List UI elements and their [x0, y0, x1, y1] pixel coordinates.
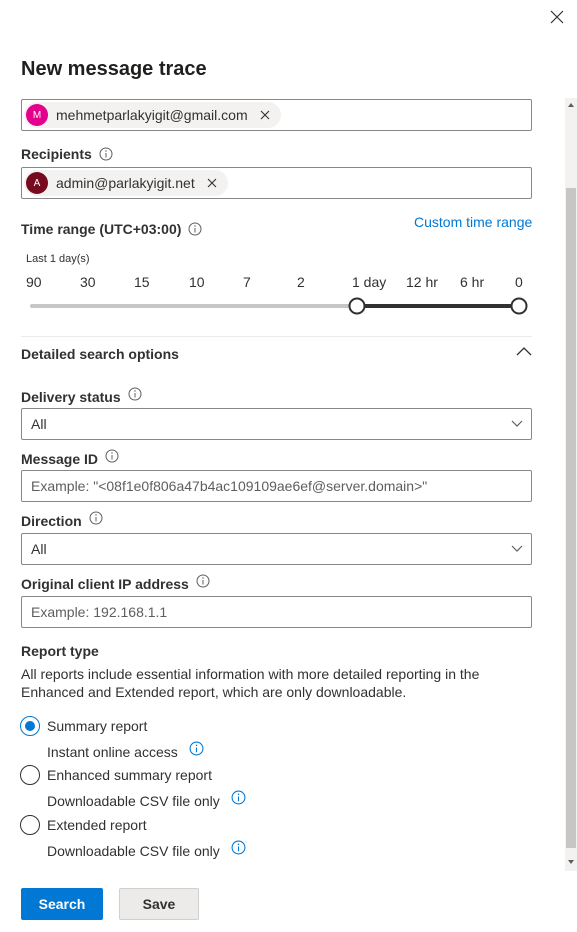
info-icon[interactable]: [196, 574, 210, 588]
message-id-label: Message ID: [21, 449, 119, 467]
avatar: A: [26, 172, 48, 194]
custom-time-range-link[interactable]: Custom time range: [414, 214, 532, 230]
search-button[interactable]: Search: [21, 888, 103, 920]
divider: [21, 336, 532, 337]
tick-label: 1 day: [352, 274, 387, 290]
report-type-label: Report type: [21, 643, 99, 659]
senders-field[interactable]: M mehmetparlakyigit@gmail.com: [21, 99, 532, 131]
recipients-label: Recipients: [21, 146, 113, 162]
detailed-search-header[interactable]: Detailed search options: [21, 346, 179, 362]
slider-handle-end: [510, 297, 528, 315]
direction-label-text: Direction: [21, 513, 82, 529]
recipient-email: admin@parlakyigit.net: [56, 175, 195, 191]
sender-email: mehmetparlakyigit@gmail.com: [56, 107, 248, 123]
chevron-down-icon: [511, 420, 523, 427]
delivery-status-label-text: Delivery status: [21, 389, 121, 405]
info-icon[interactable]: [231, 840, 246, 855]
save-button[interactable]: Save: [119, 888, 199, 920]
tick-label: 15: [134, 274, 150, 290]
scrollbar-thumb[interactable]: [566, 188, 576, 848]
radio-label[interactable]: Summary report: [47, 718, 147, 734]
direction-value: All: [31, 541, 47, 557]
info-icon[interactable]: [89, 511, 103, 525]
recipients-label-text: Recipients: [21, 146, 92, 162]
info-icon[interactable]: [189, 741, 204, 756]
client-ip-label-text: Original client IP address: [21, 576, 189, 592]
scroll-up-icon[interactable]: [565, 98, 577, 112]
direction-label: Direction: [21, 511, 103, 529]
info-icon[interactable]: [188, 222, 202, 236]
slider-handle-start: [348, 297, 366, 315]
radio-sublabel-text: Downloadable CSV file only: [47, 793, 220, 809]
client-ip-placeholder: Example: 192.168.1.1: [31, 604, 168, 620]
delivery-status-value: All: [31, 416, 47, 432]
client-ip-label: Original client IP address: [21, 574, 210, 592]
info-icon[interactable]: [231, 790, 246, 805]
sender-pill: M mehmetparlakyigit@gmail.com: [24, 102, 281, 128]
radio-label[interactable]: Enhanced summary report: [47, 767, 212, 783]
chevron-up-icon[interactable]: [516, 345, 532, 357]
radio-summary-report[interactable]: [20, 716, 40, 736]
tick-label: 10: [189, 274, 205, 290]
time-range-label-text: Time range (UTC+03:00): [21, 221, 182, 237]
radio-label[interactable]: Extended report: [47, 817, 147, 833]
scroll-down-icon[interactable]: [565, 855, 577, 869]
tick-label: 12 hr: [406, 274, 438, 290]
remove-sender-icon[interactable]: [260, 110, 270, 120]
tick-label: 7: [243, 274, 251, 290]
time-range-current: Last 1 day(s): [26, 253, 90, 265]
time-range-slider[interactable]: [26, 296, 532, 316]
radio-enhanced-summary-report[interactable]: [20, 765, 40, 785]
avatar: M: [26, 104, 48, 126]
radio-sublabel: Downloadable CSV file only: [47, 790, 246, 809]
tick-label: 90: [26, 274, 42, 290]
delivery-status-select[interactable]: All: [21, 408, 532, 440]
close-icon[interactable]: [545, 5, 569, 29]
message-id-label-text: Message ID: [21, 451, 99, 467]
info-icon[interactable]: [128, 387, 142, 401]
info-icon[interactable]: [99, 147, 113, 161]
message-id-input[interactable]: Example: "<08f1e0f806a47b4ac109109ae6ef@…: [21, 470, 532, 502]
tick-label: 6 hr: [460, 274, 485, 290]
recipients-field[interactable]: A admin@parlakyigit.net: [21, 167, 532, 199]
remove-recipient-icon[interactable]: [207, 178, 217, 188]
tick-label: 30: [80, 274, 96, 290]
delivery-status-label: Delivery status: [21, 387, 142, 405]
radio-sublabel: Downloadable CSV file only: [47, 840, 246, 859]
info-icon[interactable]: [105, 449, 119, 463]
radio-sublabel: Instant online access: [47, 741, 204, 760]
recipient-pill: A admin@parlakyigit.net: [24, 170, 228, 196]
client-ip-input[interactable]: Example: 192.168.1.1: [21, 596, 532, 628]
time-range-label: Time range (UTC+03:00): [21, 221, 202, 237]
message-id-placeholder: Example: "<08f1e0f806a47b4ac109109ae6ef@…: [31, 478, 428, 494]
radio-sublabel-text: Instant online access: [47, 744, 178, 760]
radio-extended-report[interactable]: [20, 815, 40, 835]
panel-title: New message trace: [21, 58, 207, 80]
report-type-description: All reports include essential informatio…: [21, 666, 480, 700]
direction-select[interactable]: All: [21, 533, 532, 565]
tick-label: 2: [297, 274, 305, 290]
chevron-down-icon: [511, 545, 523, 552]
radio-sublabel-text: Downloadable CSV file only: [47, 843, 220, 859]
tick-label: 0: [515, 274, 523, 290]
